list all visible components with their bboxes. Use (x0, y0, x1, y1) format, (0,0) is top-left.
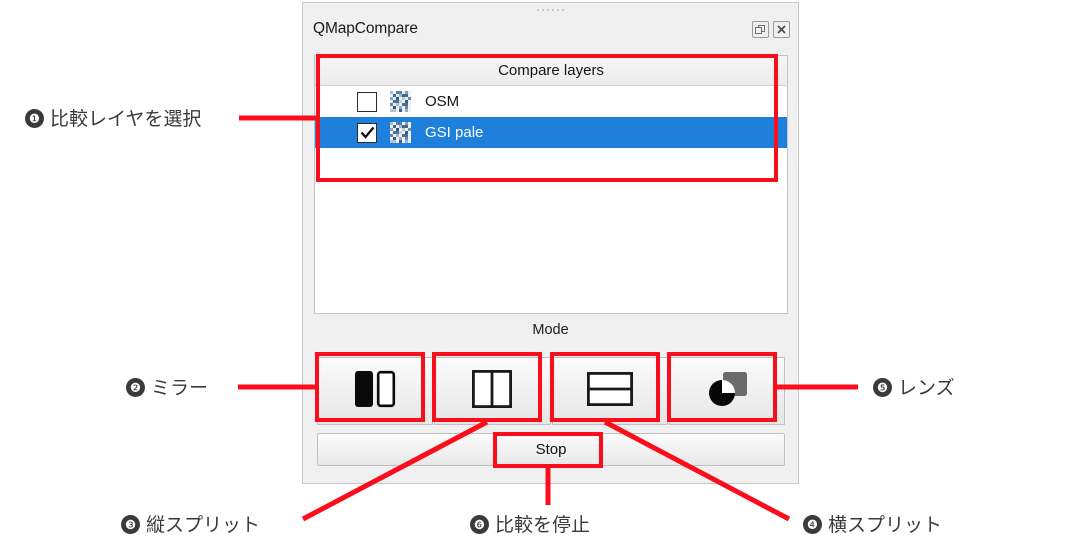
annotation-number-4: ❹ (803, 515, 822, 534)
mirror-icon (351, 369, 399, 414)
stop-button[interactable]: Stop (317, 433, 785, 466)
annotation-number-1: ❶ (25, 109, 44, 128)
mode-button-mirror[interactable] (317, 357, 434, 425)
layer-label-gsi-pale: GSI pale (425, 124, 484, 141)
layer-row-osm[interactable]: OSM (315, 86, 787, 117)
horizontal-split-icon (584, 369, 636, 414)
annotation-text-3: 縦スプリット (146, 514, 261, 536)
screenshot-root: QMapCompare Compare layers OSM GSI pale … (0, 0, 1080, 554)
raster-layer-icon (390, 122, 411, 143)
close-icon[interactable] (773, 20, 790, 38)
mode-button-lens[interactable] (668, 357, 785, 425)
layer-checkbox-gsi-pale[interactable] (357, 122, 377, 143)
annotation-label-5: ❺ レンズ (873, 373, 955, 400)
lens-icon (703, 368, 751, 415)
annotation-text-5: レンズ (898, 377, 955, 399)
annotation-number-6: ❻ (470, 515, 489, 534)
panel-drag-handle[interactable] (303, 6, 798, 14)
annotation-label-3: ❸ 縦スプリット (121, 510, 260, 537)
vertical-split-icon (468, 369, 516, 414)
annotation-label-6: ❻ 比較を停止 (470, 510, 590, 537)
annotation-label-2: ❷ ミラー (126, 373, 208, 400)
annotation-label-4: ❹ 横スプリット (803, 510, 942, 537)
annotation-label-1: ❶ 比較レイヤを選択 (25, 104, 201, 131)
layer-label-osm: OSM (425, 93, 460, 110)
mode-button-horizontal-split[interactable] (551, 357, 668, 425)
mode-button-row (317, 357, 785, 425)
annotation-number-5: ❺ (873, 378, 892, 397)
annotation-number-3: ❸ (121, 515, 140, 534)
mode-section-label: Mode (532, 322, 569, 338)
compare-layers-list[interactable]: Compare layers OSM GSI pale (314, 55, 788, 314)
annotation-text-4: 横スプリット (828, 514, 943, 536)
panel-window-controls (752, 20, 790, 38)
qmapcompare-panel: QMapCompare Compare layers OSM GSI pale … (302, 2, 799, 484)
layer-row-gsi-pale[interactable]: GSI pale (315, 117, 787, 148)
annotation-number-2: ❷ (126, 378, 145, 397)
layer-checkbox-osm[interactable] (357, 91, 377, 112)
panel-title: QMapCompare (313, 20, 418, 37)
annotation-text-6: 比較を停止 (495, 514, 591, 536)
undock-icon[interactable] (752, 20, 769, 38)
checkmark-icon (360, 126, 374, 139)
panel-titlebar: QMapCompare (303, 15, 798, 43)
compare-layers-header: Compare layers (315, 56, 787, 86)
annotation-text-2: ミラー (151, 377, 209, 399)
annotation-text-1: 比較レイヤを選択 (50, 108, 202, 130)
mode-button-vertical-split[interactable] (434, 357, 551, 425)
raster-layer-icon (390, 91, 411, 112)
